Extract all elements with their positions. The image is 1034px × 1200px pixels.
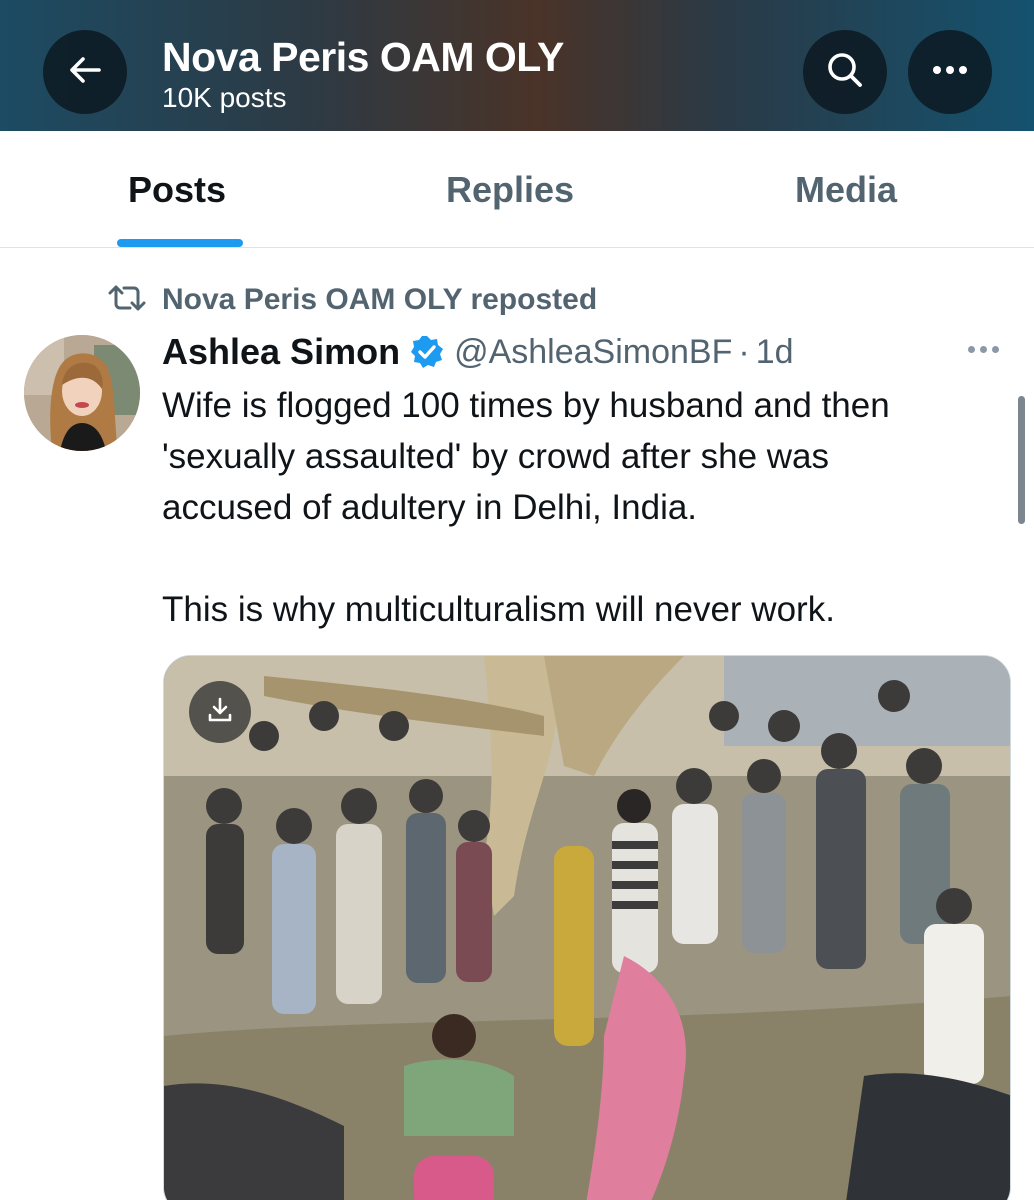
tweet-text: Wife is flogged 100 times by husband and… — [162, 380, 1002, 635]
profile-name: Nova Peris OAM OLY — [162, 34, 564, 80]
meta-separator: · — [738, 332, 750, 371]
tweet-more-icon[interactable] — [968, 346, 999, 353]
verified-badge-icon — [410, 335, 444, 369]
tab-replies[interactable]: Replies — [446, 169, 574, 211]
author-name[interactable]: Ashlea Simon — [162, 331, 400, 373]
search-icon — [824, 49, 866, 96]
scrollbar[interactable] — [1018, 396, 1025, 524]
author-handle[interactable]: @AshleaSimonBF — [454, 333, 732, 372]
video-frame — [164, 656, 1010, 1200]
tweet-header: Ashlea Simon @AshleaSimonBF · 1d — [162, 330, 794, 374]
profile-header: Nova Peris OAM OLY 10K posts — [0, 0, 1034, 131]
tweet-text-line: This is why multiculturalism will never … — [162, 590, 835, 629]
repost-context[interactable]: Nova Peris OAM OLY reposted — [106, 280, 597, 320]
repost-icon — [106, 284, 148, 317]
more-button[interactable] — [908, 30, 992, 114]
tab-media[interactable]: Media — [795, 169, 897, 211]
tab-posts[interactable]: Posts — [128, 169, 226, 211]
tweet-text-line: Wife is flogged 100 times by husband and… — [162, 386, 890, 425]
tweet-text-line: accused of adultery in Delhi, India. — [162, 488, 698, 527]
repost-label: Nova Peris OAM OLY reposted — [162, 283, 598, 316]
tweet-timestamp[interactable]: 1d — [756, 333, 794, 372]
profile-tabs: Posts Replies Media — [0, 131, 1034, 248]
search-button[interactable] — [803, 30, 887, 114]
more-horizontal-icon — [930, 63, 970, 81]
avatar[interactable] — [24, 335, 140, 451]
tweet-text-line: 'sexually assaulted' by crowd after she … — [162, 437, 830, 476]
post-count: 10K posts — [162, 82, 287, 113]
download-icon — [205, 695, 235, 730]
active-tab-indicator — [117, 239, 243, 247]
tweet-video[interactable] — [163, 655, 1011, 1200]
arrow-left-icon — [65, 50, 105, 95]
download-button[interactable] — [189, 681, 251, 743]
back-button[interactable] — [43, 30, 127, 114]
